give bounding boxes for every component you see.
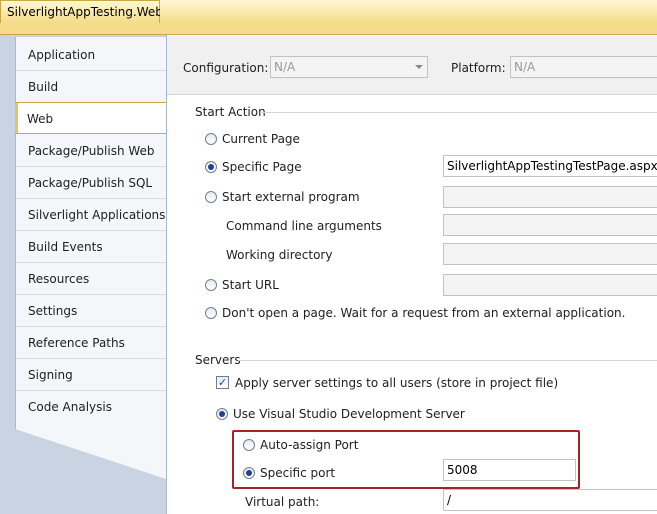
working-directory-label: Working directory: [226, 248, 333, 262]
specific-port-value: 5008: [447, 463, 478, 477]
nav-item-label: Package/Publish SQL: [28, 176, 153, 190]
start-external-program-label: Start external program: [222, 190, 360, 204]
nav-item-label: Reference Paths: [28, 336, 125, 350]
configuration-label: Configuration:: [183, 61, 269, 75]
nav-item-build-events[interactable]: Build Events: [16, 231, 167, 263]
start-action-title: Start Action: [195, 105, 266, 119]
start-url-input[interactable]: [443, 274, 657, 296]
nav-item-label: Build: [28, 80, 59, 94]
apply-server-settings-checkbox[interactable]: ✓: [216, 376, 229, 389]
nav-item-signing[interactable]: Signing: [16, 359, 167, 391]
nav-item-build[interactable]: Build: [16, 71, 167, 103]
nav-item-package-publish-web[interactable]: Package/Publish Web: [16, 135, 167, 167]
virtual-path-label: Virtual path:: [245, 495, 320, 509]
virtual-path-value: /: [447, 493, 452, 507]
virtual-path-input[interactable]: /: [443, 489, 657, 511]
auto-assign-port-radio[interactable]: [243, 439, 255, 451]
nav-item-label: Build Events: [28, 240, 103, 254]
servers-title: Servers: [195, 353, 241, 367]
nav-item-settings[interactable]: Settings: [16, 295, 167, 327]
apply-server-settings-label: Apply server settings to all users (stor…: [235, 376, 559, 390]
specific-page-radio[interactable]: [205, 161, 217, 173]
specific-port-radio[interactable]: [243, 467, 255, 479]
nav-item-application[interactable]: Application: [16, 39, 167, 71]
command-line-arguments-input[interactable]: [443, 214, 657, 236]
nav-item-label: Package/Publish Web: [28, 144, 155, 158]
nav-item-package-publish-sql[interactable]: Package/Publish SQL: [16, 167, 167, 199]
start-external-program-radio[interactable]: [205, 191, 217, 203]
dont-open-page-radio[interactable]: [205, 307, 217, 319]
platform-value: N/A: [514, 60, 536, 74]
nav-item-label: Silverlight Applications: [28, 208, 166, 222]
nav-item-label: Code Analysis: [28, 400, 112, 414]
specific-port-input[interactable]: 5008: [443, 459, 576, 481]
specific-page-value: SilverlightAppTestingTestPage.aspx: [447, 159, 657, 173]
command-line-arguments-label: Command line arguments: [226, 219, 382, 233]
nav-item-reference-paths[interactable]: Reference Paths: [16, 327, 167, 359]
chevron-down-icon: [415, 65, 423, 69]
start-url-radio[interactable]: [205, 279, 217, 291]
nav-item-label: Web: [27, 112, 54, 126]
nav-item-web[interactable]: Web: [15, 102, 167, 134]
project-properties-nav: Application Build Web Package/Publish We…: [15, 37, 167, 429]
use-vs-dev-server-radio[interactable]: [216, 408, 228, 420]
nav-item-label: Signing: [28, 368, 73, 382]
specific-port-label: Specific port: [260, 466, 336, 480]
platform-label: Platform:: [451, 61, 506, 75]
document-tab-title: SilverlightAppTesting.Web: [7, 5, 163, 19]
nav-item-label: Resources: [28, 272, 90, 286]
configuration-value: N/A: [274, 60, 296, 74]
auto-assign-port-label: Auto-assign Port: [260, 438, 359, 452]
use-vs-dev-server-label: Use Visual Studio Development Server: [233, 407, 465, 421]
specific-page-input[interactable]: SilverlightAppTestingTestPage.aspx: [443, 155, 657, 177]
document-tab[interactable]: SilverlightAppTesting.Web: [0, 0, 163, 23]
servers-divider: [238, 360, 657, 361]
start-action-divider: [262, 112, 657, 113]
current-page-label: Current Page: [222, 132, 300, 146]
nav-item-resources[interactable]: Resources: [16, 263, 167, 295]
dont-open-page-label: Don't open a page. Wait for a request fr…: [222, 306, 626, 320]
nav-item-code-analysis[interactable]: Code Analysis: [16, 391, 167, 423]
tab-strip-fill: [160, 0, 657, 23]
tab-strip-border: [0, 23, 657, 35]
working-directory-input[interactable]: [443, 243, 657, 265]
nav-item-silverlight-applications[interactable]: Silverlight Applications: [16, 199, 167, 231]
start-url-label: Start URL: [222, 278, 279, 292]
current-page-radio[interactable]: [205, 133, 217, 145]
configuration-dropdown[interactable]: N/A: [270, 56, 428, 78]
nav-item-label: Application: [28, 48, 96, 62]
external-program-input[interactable]: [443, 186, 657, 208]
nav-item-label: Settings: [28, 304, 78, 318]
specific-page-label: Specific Page: [222, 160, 302, 174]
platform-dropdown[interactable]: N/A: [510, 56, 657, 78]
